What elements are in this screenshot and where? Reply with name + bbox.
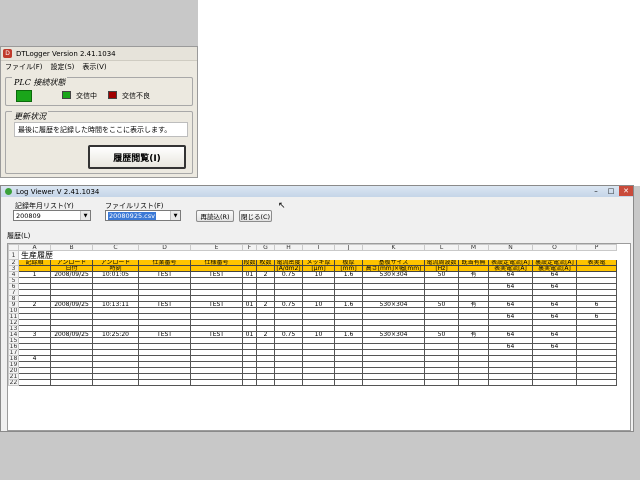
menu-file[interactable]: ファイル(F) [5,62,43,72]
status-text-box: 最後に履歴を記録した時間をここに表示します。 [14,122,188,137]
dtlogger-menubar: ファイル(F) 設定(S) 表示(V) [1,61,197,72]
header-cell[interactable]: 段数 [242,259,257,266]
header-cell[interactable]: 既当有無 [458,259,489,266]
row-number[interactable]: 1 [8,250,19,260]
row-number[interactable]: 14 [8,331,19,338]
log-viewer-titlebar[interactable]: Log Viewer V 2.41.1034 – □ ✕ [1,186,633,197]
maximize-button[interactable]: □ [604,186,618,196]
close-window-button[interactable]: ✕ [619,186,633,196]
row-number[interactable]: 10 [8,307,19,314]
log-viewer-window: Log Viewer V 2.41.1034 – □ ✕ 記録年月リスト(Y) … [0,185,634,432]
row-number[interactable]: 11 [8,313,19,320]
header-cell[interactable]: メッキ厚 [302,259,335,266]
reload-button[interactable]: 再読込(R) [196,210,234,222]
header-cell[interactable]: 電流密度 [274,259,303,266]
header-cell[interactable]: 枚数 [256,259,275,266]
data-cell[interactable] [362,379,425,386]
title-row: 1 生産履歴 [8,250,617,260]
data-cell[interactable] [190,379,243,386]
desktop-background [198,0,640,186]
plc-status-indicator [16,90,32,102]
header-cell[interactable]: アンロード [50,259,93,266]
row-number[interactable]: 19 [8,361,19,368]
chevron-down-icon[interactable]: ▼ [170,211,180,220]
update-status-group: 更新状況 最後に履歴を記録した時間をここに表示します。 履歴閲覧(I) [5,111,193,174]
row-number[interactable]: 18 [8,355,19,362]
file-list-value: 20080925.csv [108,211,156,220]
log-viewer-icon [5,188,12,195]
data-cell[interactable] [50,379,93,386]
dtlogger-titlebar[interactable]: D DTLogger Version 2.41.1034 [1,47,197,61]
data-cell[interactable] [302,379,335,386]
sheet-title[interactable]: 生産履歴 [18,250,617,260]
legend-error-label: 交信不良 [122,92,150,100]
data-cell[interactable] [532,379,577,386]
close-button[interactable]: 閉じる(C) [239,210,272,222]
minimize-button[interactable]: – [589,186,603,196]
plc-group-title: PLC 接続状態 [12,77,68,88]
data-cell[interactable] [242,379,257,386]
header-cell[interactable]: [A/dm2] [274,265,303,272]
status-group-title: 更新状況 [12,111,48,122]
year-month-value: 200809 [16,211,41,220]
legend-communicating-label: 交信中 [76,92,97,100]
row-number[interactable]: 17 [8,349,19,356]
log-viewer-title: Log Viewer V 2.41.1034 [16,187,100,196]
data-cell[interactable] [576,379,617,386]
header-cell[interactable]: 表実電流[A] [488,265,533,272]
year-month-select[interactable]: 200809 ▼ [13,210,91,221]
plc-connection-group: PLC 接続状態 交信中 交信不良 [5,77,193,106]
row-number[interactable]: 13 [8,325,19,332]
data-cell[interactable] [138,379,191,386]
data-cell[interactable] [18,379,51,386]
row-number[interactable]: 21 [8,373,19,380]
data-cell[interactable] [458,379,489,386]
data-cell[interactable] [256,379,275,386]
legend-error-swatch [108,91,117,99]
header-cell[interactable]: 裏実電流[A] [532,265,577,272]
data-cell[interactable] [274,379,303,386]
spreadsheet-table: A B C D E F G H I J K L M N O P 1 生産履歴 2 記録順 アンロード アンロード 仕業番号仕… [8,244,617,386]
desktop-background-bottom [0,432,640,480]
mouse-cursor-icon: ↖ [278,201,286,211]
dtlogger-window: D DTLogger Version 2.41.1034 ファイル(F) 設定(… [0,46,198,178]
dtlogger-title: DTLogger Version 2.41.1034 [16,49,116,58]
data-cell[interactable]: 2008/09/25 [50,331,93,338]
data-cell[interactable]: 2008/09/25 [50,301,93,308]
table-row: 22 [8,379,617,386]
row-number[interactable]: 15 [8,337,19,344]
row-number[interactable]: 12 [8,319,19,326]
row-number[interactable]: 22 [8,379,19,386]
history-spreadsheet[interactable]: A B C D E F G H I J K L M N O P 1 生産履歴 2 記録順 アンロード アンロード 仕業番号仕… [7,243,631,431]
chevron-down-icon[interactable]: ▼ [80,211,90,220]
header-cell[interactable]: 表設定電流[A] [488,259,533,266]
file-list-select[interactable]: 20080925.csv ▼ [105,210,181,221]
history-label: 履歴(L) [7,232,31,240]
app-icon: D [3,49,12,58]
legend-communicating-swatch [62,91,71,99]
data-cell[interactable] [424,379,459,386]
header-cell[interactable]: 裏設定電流[A] [532,259,577,266]
menu-view[interactable]: 表示(V) [82,62,106,72]
row-number[interactable]: 20 [8,367,19,374]
data-cell[interactable] [334,379,363,386]
data-cell[interactable] [488,379,533,386]
history-view-button[interactable]: 履歴閲覧(I) [88,145,186,169]
menu-settings[interactable]: 設定(S) [51,62,75,72]
header-cell[interactable]: 高さ[mm]×幅[mm] [362,265,425,272]
data-cell[interactable] [92,379,139,386]
row-number[interactable]: 16 [8,343,19,350]
header-cell[interactable]: 電流周波数 [424,259,459,266]
data-cell[interactable]: 2008/09/25 [50,271,93,278]
